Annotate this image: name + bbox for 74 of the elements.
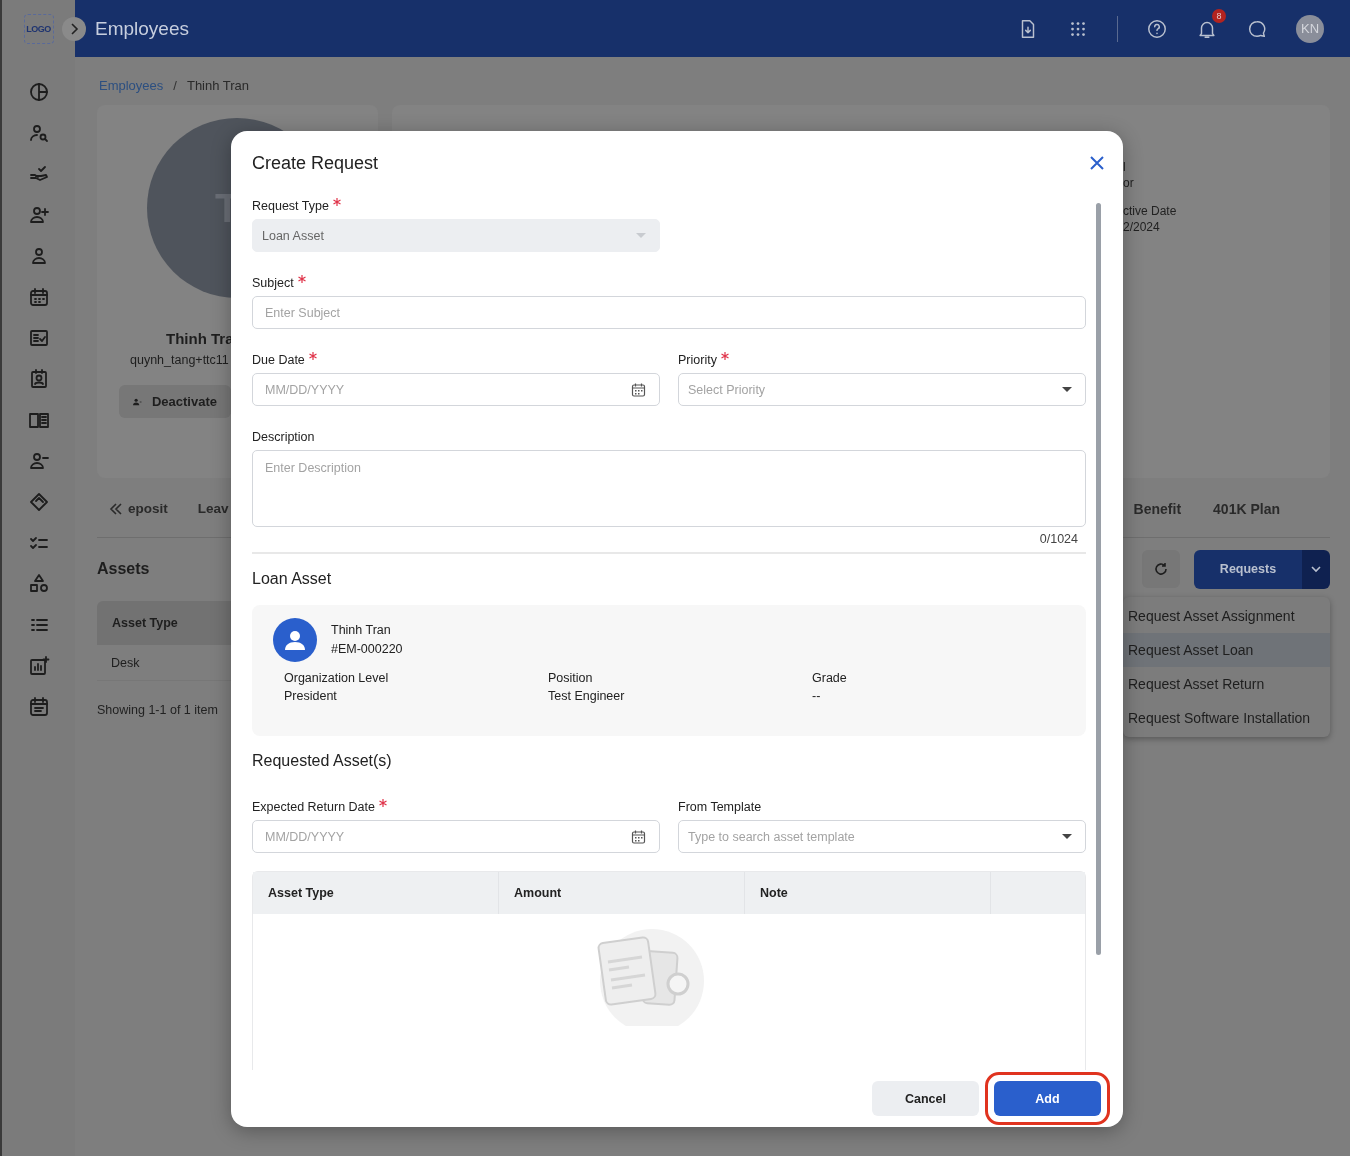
required-icon [379,799,387,807]
column-header: Note [745,872,991,914]
column-header: Amount [499,872,745,914]
employee-email: quynh_tang+ttc11 [130,353,229,367]
tab[interactable]: Benefit [1133,500,1182,517]
text-field[interactable]: Enter Subject [252,296,1086,329]
tab[interactable]: 401K Plan [1213,500,1280,517]
employee-id: #EM-000220 [331,641,403,658]
description-field[interactable]: Enter Description [252,450,1086,527]
detail-label: Position [548,670,594,687]
page-title: Employees [95,17,190,40]
character-counter: 0/1024 [1039,532,1078,548]
required-icon [720,352,729,360]
menu-item[interactable]: Request Software Installation [1123,701,1330,735]
column-header: Asset Type [253,872,499,914]
section-title: Assets [97,560,150,578]
dropdown-field[interactable]: Type to search asset template [678,820,1086,853]
detail-label: Grade [812,670,848,687]
menu-item[interactable]: Request Asset Loan [1123,633,1330,667]
section-title: Loan Asset [252,570,333,589]
detail-value: President [284,688,338,705]
caret-down-icon [1062,386,1072,393]
close-icon[interactable] [1090,156,1104,170]
help-icon[interactable] [1146,17,1168,40]
field-label: Due Date [252,353,305,367]
chevron-right-icon [69,22,79,35]
tab[interactable]: eposit [128,501,168,516]
person-icon [284,629,306,651]
required-icon [332,198,341,206]
employee-name: Thinh Tran [331,622,392,639]
deactivate-button[interactable]: Deactivate [119,385,231,418]
field-label: Priority [678,353,717,367]
section-title: Requested Asset(s) [252,752,393,771]
notification-badge: 8 [1212,8,1226,23]
detail-value: Test Engineer [548,688,626,705]
logo-text: LOGO [26,24,51,34]
requests-button[interactable]: Requests [1194,549,1302,589]
menu-item[interactable]: Request Asset Assignment [1123,599,1330,633]
breadcrumb-link[interactable]: Employees [99,77,164,93]
refresh-button[interactable] [1142,550,1180,588]
position-detail: l [1123,160,1127,174]
dropdown-field[interactable]: Select Priority [678,373,1086,406]
field-label: Description [252,430,315,444]
calendar-icon[interactable] [631,829,646,844]
menu-item[interactable]: Request Asset Return [1123,667,1330,701]
field-label: Request Type [252,199,329,213]
field-label: Subject [252,276,294,290]
user-avatar[interactable]: KN [1296,14,1324,43]
requests-dropdown-button[interactable] [1302,549,1330,589]
position-detail: 2/2024 [1123,220,1161,234]
cancel-button[interactable]: Cancel [872,1081,979,1116]
chevron-down-icon [1310,565,1322,573]
detail-value: -- [812,688,822,705]
caret-down-icon [1062,833,1072,840]
detail-label: Organization Level [284,670,390,687]
date-field[interactable]: MM/DD/YYYY [252,820,660,853]
refresh-icon [1154,562,1168,576]
calendar-icon[interactable] [631,382,646,397]
column-header: Asset Type [97,601,232,645]
add-button[interactable]: Add [994,1081,1101,1116]
scrollbar[interactable] [1096,203,1101,955]
breadcrumb-current: Thinh Tran [186,77,250,93]
date-field[interactable]: MM/DD/YYYY [252,373,660,406]
tab[interactable]: Leav [197,501,229,516]
caret-down-icon [636,232,646,239]
field-label: Expected Return Date [252,800,375,814]
scroll-left-icon[interactable] [109,502,123,515]
required-icon [297,275,306,283]
pagination-info: Showing 1-1 of 1 item [97,703,219,717]
position-detail: or [1123,176,1135,190]
position-detail: ctive Date [1123,204,1178,218]
field-label: From Template [678,800,762,814]
breadcrumb-separator: / [173,77,177,93]
required-icon [308,352,317,360]
